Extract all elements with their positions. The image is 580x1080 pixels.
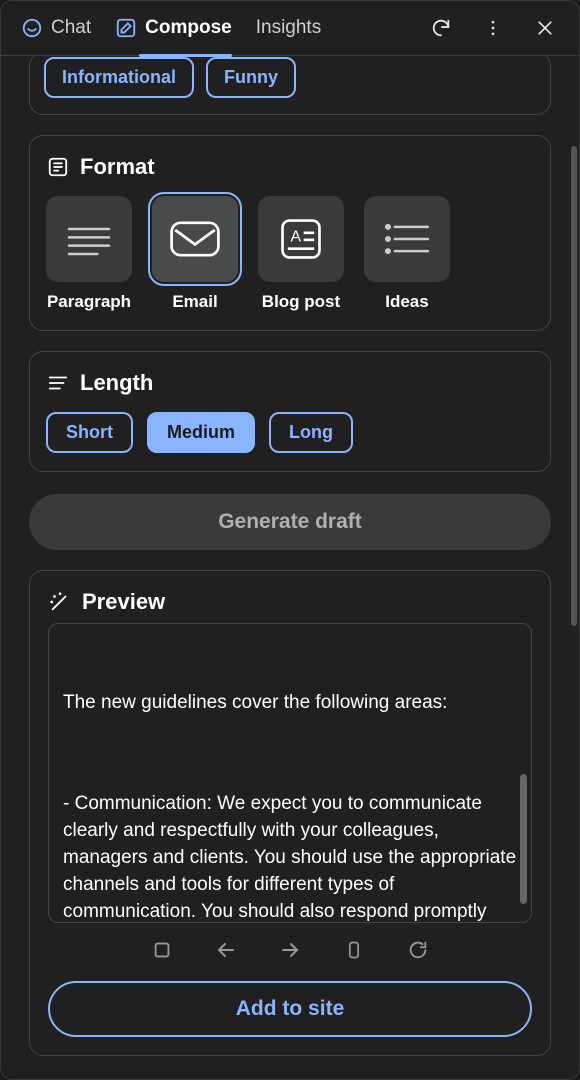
format-paragraph-label: Paragraph (47, 292, 131, 312)
prev-button[interactable] (213, 937, 239, 963)
close-button[interactable] (531, 14, 559, 42)
next-button[interactable] (277, 937, 303, 963)
generate-draft-button[interactable]: Generate draft (29, 494, 551, 550)
format-ideas[interactable] (364, 196, 450, 282)
compose-icon (115, 17, 137, 39)
preview-text-box[interactable]: The new guidelines cover the following a… (48, 623, 532, 923)
tab-chat-label: Chat (51, 17, 91, 39)
format-section: Format Paragraph Email A (29, 135, 551, 331)
format-blog-label: Blog post (262, 292, 340, 312)
copy-button[interactable] (341, 937, 367, 963)
tone-funny[interactable]: Funny (206, 57, 296, 98)
format-title: Format (80, 154, 155, 180)
preview-text-body: - Communication: We expect you to commun… (63, 791, 517, 923)
length-title: Length (80, 370, 153, 396)
tab-bar: Chat Compose Insights (1, 1, 579, 56)
format-blog[interactable]: A (258, 196, 344, 282)
tab-insights-label: Insights (256, 17, 321, 39)
format-paragraph[interactable] (46, 196, 132, 282)
preview-scrollbar[interactable] (520, 774, 527, 904)
format-email-label: Email (172, 292, 217, 312)
tab-compose[interactable]: Compose (115, 13, 232, 43)
format-ideas-label: Ideas (385, 292, 428, 312)
stop-button[interactable] (149, 937, 175, 963)
tab-compose-label: Compose (145, 17, 232, 39)
length-icon (46, 371, 70, 395)
preview-section: Preview The new guidelines cover the fol… (29, 570, 551, 1056)
preview-controls (48, 937, 532, 963)
tone-section: Informational Funny (29, 56, 551, 115)
length-short[interactable]: Short (46, 412, 133, 453)
length-section: Length Short Medium Long (29, 351, 551, 472)
length-long[interactable]: Long (269, 412, 353, 453)
length-medium[interactable]: Medium (147, 412, 255, 453)
chat-icon (21, 17, 43, 39)
tone-informational[interactable]: Informational (44, 57, 194, 98)
format-email[interactable] (152, 196, 238, 282)
more-options-button[interactable] (479, 14, 507, 42)
regenerate-button[interactable] (405, 937, 431, 963)
svg-text:A: A (290, 229, 301, 246)
preview-title: Preview (82, 589, 165, 615)
tab-chat[interactable]: Chat (21, 13, 91, 43)
format-icon (46, 155, 70, 179)
preview-text-intro: The new guidelines cover the following a… (63, 690, 517, 717)
magic-wand-icon (48, 590, 72, 614)
refresh-button[interactable] (427, 14, 455, 42)
add-to-site-button[interactable]: Add to site (48, 981, 532, 1037)
panel-scrollbar[interactable] (571, 146, 577, 626)
tab-insights[interactable]: Insights (256, 13, 321, 43)
